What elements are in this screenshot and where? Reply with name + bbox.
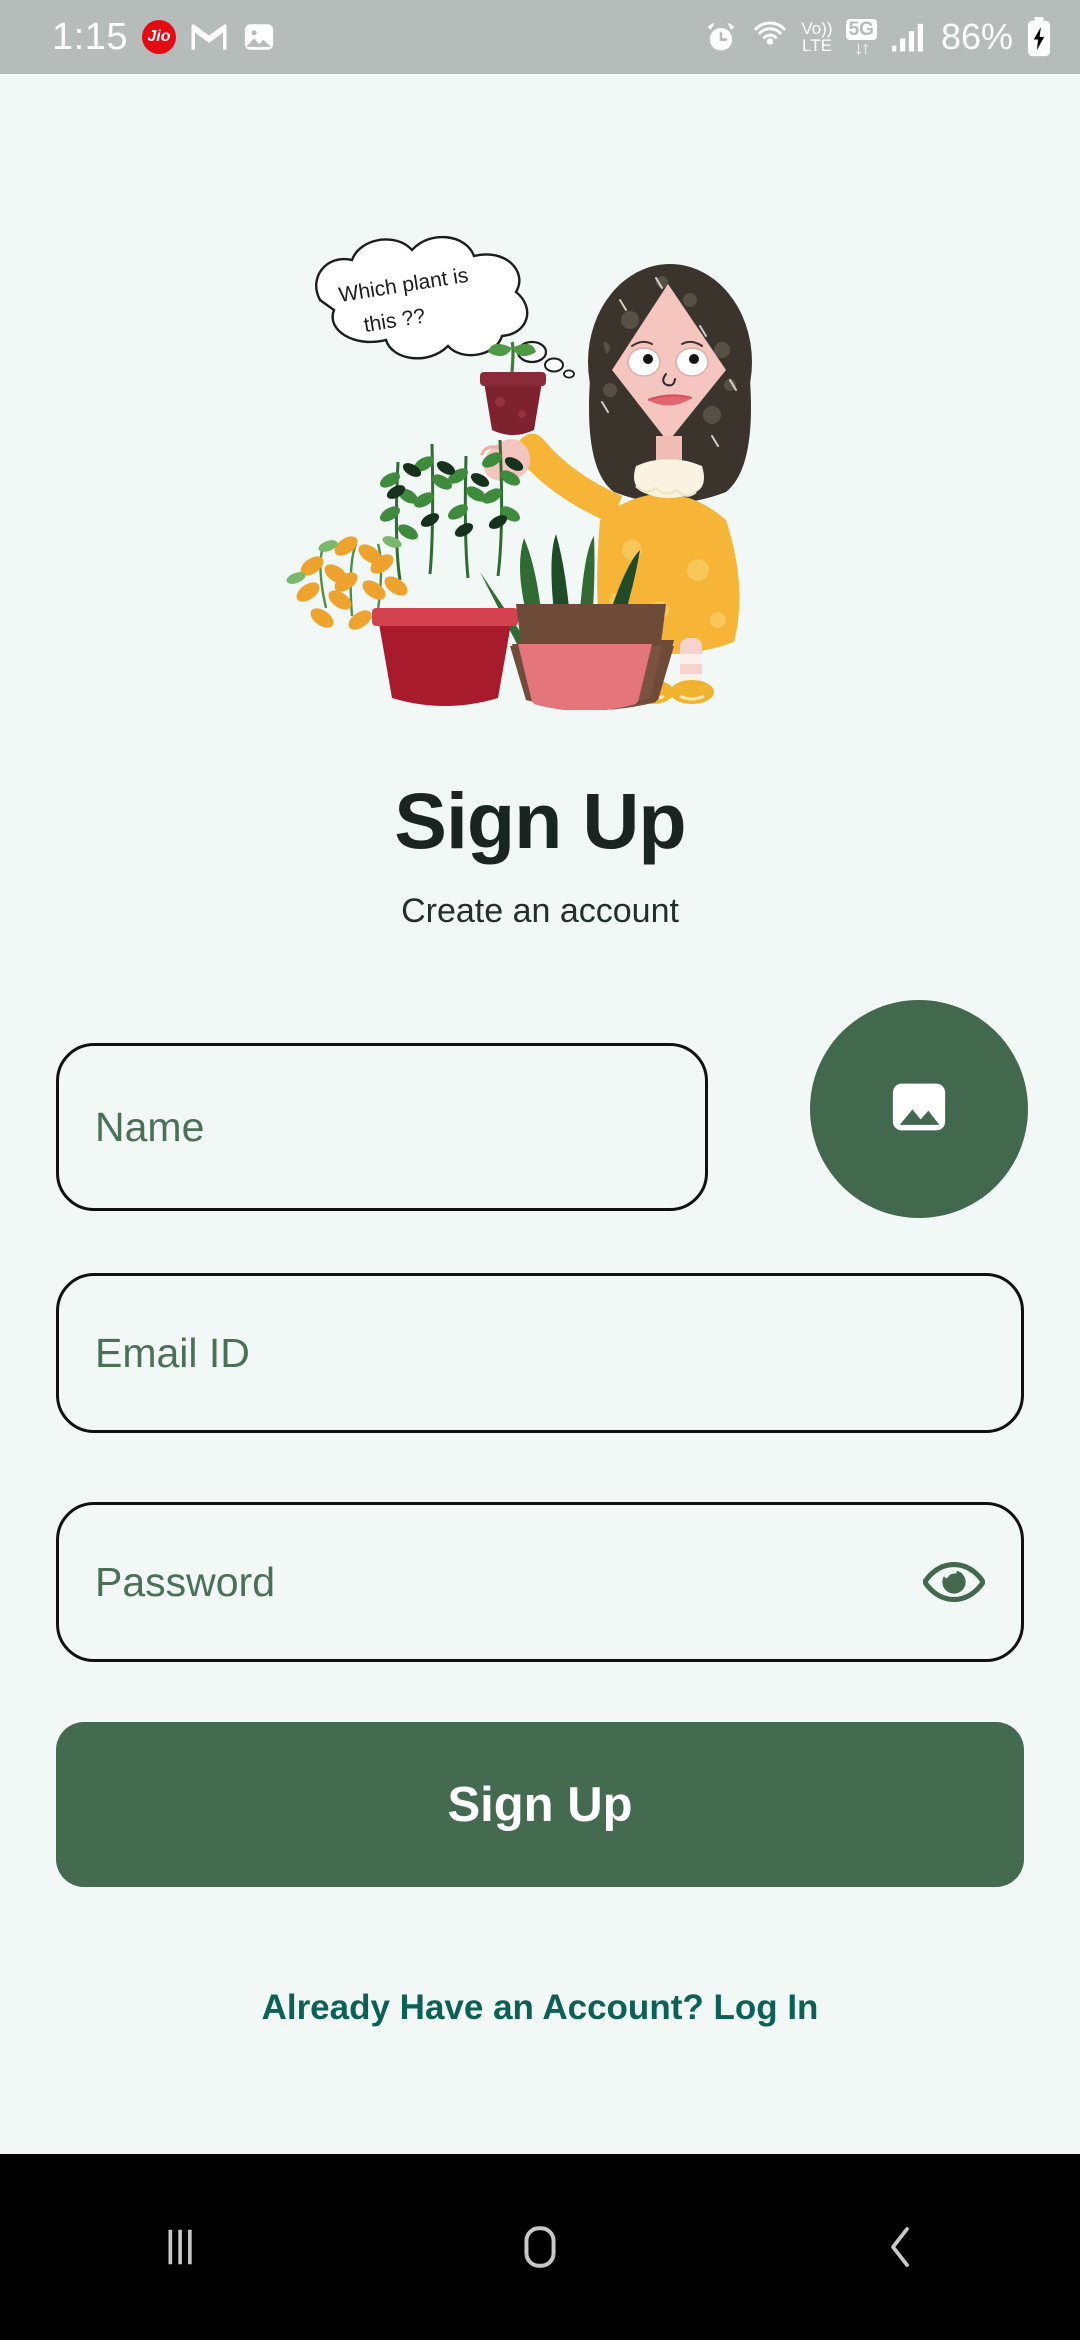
home-icon[interactable] [450,2182,630,2312]
status-bar-clock: 1:15 [52,15,128,58]
email-input-placeholder: Email ID [95,1329,250,1376]
page-subtitle: Create an account [401,892,679,930]
signup-button-label: Sign Up [447,1777,633,1832]
signup-button[interactable]: Sign Up [56,1722,1024,1887]
email-input[interactable]: Email ID [56,1273,1024,1433]
hotspot-icon [752,19,788,55]
network-type-icon: 5G ↓↑ [845,18,877,58]
signup-screen: 1:15 Jio Vo)) LTE 5G ↓↑ 86% Which plant … [0,0,1080,2340]
system-navigation-bar [0,2154,1080,2340]
name-input-placeholder: Name [95,1103,205,1150]
avatar-picker-button[interactable] [810,1000,1028,1218]
photos-icon [242,20,276,54]
volte-icon: Vo)) LTE [801,20,832,54]
status-bar: 1:15 Jio Vo)) LTE 5G ↓↑ 86% [0,0,1080,74]
volte-label-top: Vo)) [801,19,833,38]
thought-bubble: Which plant is this ?? [315,235,575,379]
image-picker-icon [886,1074,952,1145]
girl-with-plants-illustration: Which plant is this ?? [260,230,820,711]
gmail-icon [190,22,228,52]
status-bar-left: 1:15 Jio [52,16,276,59]
back-icon[interactable] [810,2182,990,2312]
status-bar-right: Vo)) LTE 5G ↓↑ 86% [703,16,1052,58]
login-link[interactable]: Already Have an Account? Log In [0,1988,1080,2028]
password-input[interactable]: Password [56,1502,1024,1662]
battery-charging-icon [1026,17,1052,57]
volte-label-bottom: LTE [802,36,832,55]
name-input[interactable]: Name [56,1043,708,1211]
network-type-label: 5G [845,18,877,40]
eye-icon[interactable] [923,1559,985,1605]
page-title: Sign Up [394,776,686,865]
pot-red [378,618,512,706]
password-input-placeholder: Password [95,1558,276,1605]
data-arrows-label: ↓↑ [854,37,870,58]
recents-icon[interactable] [90,2182,270,2312]
jio-badge-icon: Jio [141,20,176,54]
signal-bars-icon [890,21,926,53]
battery-percent-label: 86% [940,16,1013,57]
alarm-clock-icon [703,19,739,55]
